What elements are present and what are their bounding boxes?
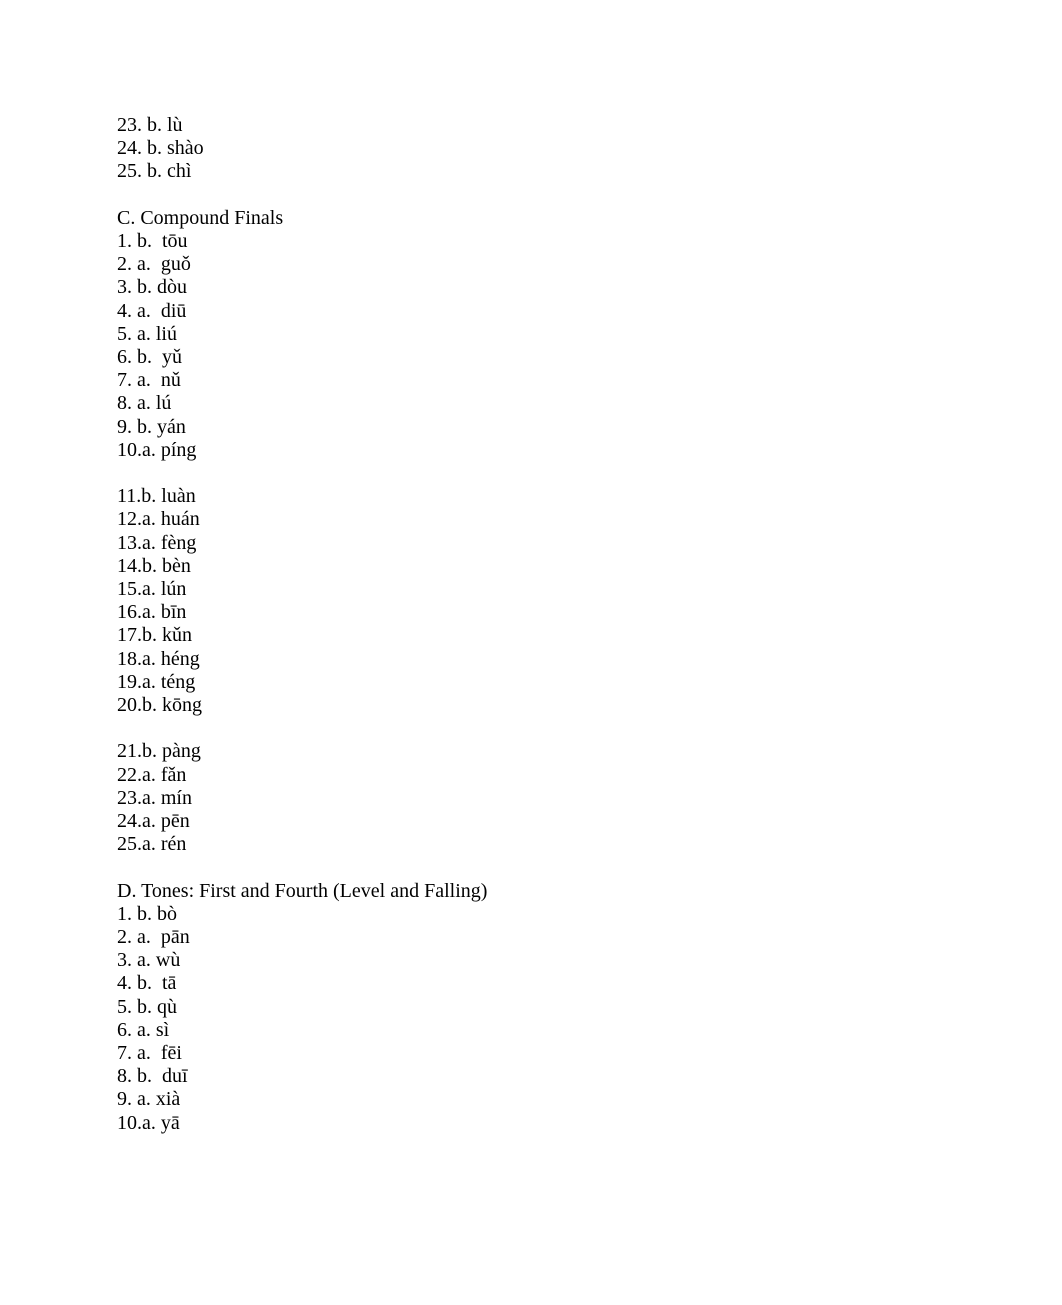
answer-line: 13.a. fèng (117, 532, 1062, 555)
answer-line: 8. a. lú (117, 392, 1062, 415)
answer-line: 3. a. wù (117, 949, 1062, 972)
answer-line: 10.a. píng (117, 439, 1062, 462)
answer-line: 9. a. xià (117, 1088, 1062, 1111)
answer-line: 9. b. yán (117, 416, 1062, 439)
answer-line: 4. a. diū (117, 300, 1062, 323)
answer-line: 21.b. pàng (117, 740, 1062, 763)
answer-line: 5. b. qù (117, 996, 1062, 1019)
answer-line: 25. b. chì (117, 160, 1062, 183)
answer-line: 7. a. nǔ (117, 369, 1062, 392)
answer-line: 12.a. huán (117, 508, 1062, 531)
answer-line: 23.a. mín (117, 787, 1062, 810)
answer-line: 19.a. téng (117, 671, 1062, 694)
answer-line: 14.b. bèn (117, 555, 1062, 578)
answer-line: 20.b. kōng (117, 694, 1062, 717)
answer-line: 1. b. bò (117, 903, 1062, 926)
answer-line: 6. b. yǔ (117, 346, 1062, 369)
answer-line: 15.a. lún (117, 578, 1062, 601)
answer-line: 25.a. rén (117, 833, 1062, 856)
answer-line: 8. b. duī (117, 1065, 1062, 1088)
answer-line: 1. b. tōu (117, 230, 1062, 253)
answer-line: 2. a. pān (117, 926, 1062, 949)
section-heading: D. Tones: First and Fourth (Level and Fa… (117, 880, 1062, 903)
answer-line: 4. b. tā (117, 972, 1062, 995)
answer-line: 18.a. héng (117, 648, 1062, 671)
answer-line: 7. a. fēi (117, 1042, 1062, 1065)
answer-line: 6. a. sì (117, 1019, 1062, 1042)
section-heading: C. Compound Finals (117, 207, 1062, 230)
answer-line: 2. a. guǒ (117, 253, 1062, 276)
answer-line: 22.a. fǎn (117, 764, 1062, 787)
answer-line: 17.b. kǔn (117, 624, 1062, 647)
answer-line: 16.a. bīn (117, 601, 1062, 624)
answer-line: 10.a. yā (117, 1112, 1062, 1135)
answer-line: 23. b. lù (117, 114, 1062, 137)
answer-line: 24.a. pēn (117, 810, 1062, 833)
answer-line: 3. b. dòu (117, 276, 1062, 299)
answer-line: 11.b. luàn (117, 485, 1062, 508)
answer-line: 24. b. shào (117, 137, 1062, 160)
answer-line: 5. a. liú (117, 323, 1062, 346)
